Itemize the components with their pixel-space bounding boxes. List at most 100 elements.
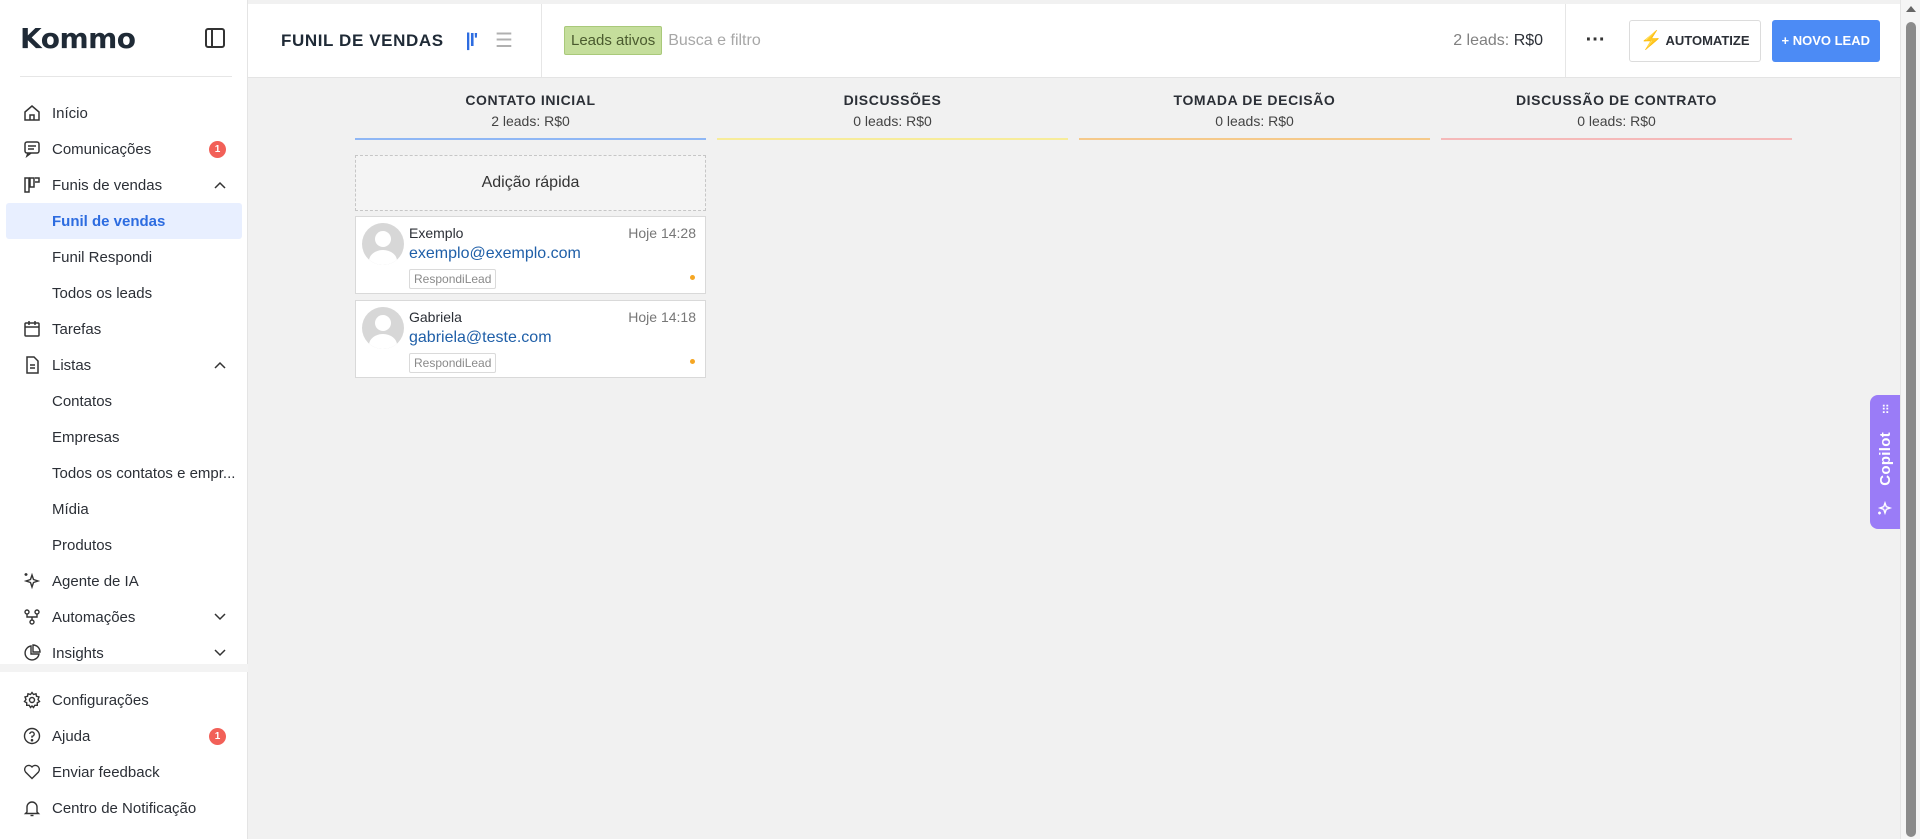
- column-title: DISCUSSÃO DE CONTRATO: [1515, 92, 1718, 108]
- lightning-icon: ⚡: [1640, 30, 1663, 50]
- sidebar-item-label: Configurações: [52, 691, 149, 709]
- sidebar-item-label: Insights: [52, 644, 104, 662]
- sidebar-item-funil-de-vendas[interactable]: Funil de vendas: [6, 203, 242, 239]
- notification-badge: 1: [209, 140, 226, 158]
- lead-email[interactable]: gabriela@teste.com: [409, 329, 552, 347]
- sidebar-item-label: Listas: [52, 356, 92, 374]
- chevron-up-icon[interactable]: [214, 358, 226, 372]
- lead-name: Exemplo: [409, 225, 464, 241]
- quick-add-button[interactable]: Adição rápida: [355, 155, 706, 211]
- column-title: DISCUSSÕES: [843, 92, 942, 108]
- list-view-icon[interactable]: ☰: [495, 28, 513, 53]
- divider: [20, 76, 232, 77]
- scrollbar-thumb[interactable]: [1906, 22, 1916, 837]
- sidebar-item-agente-de-ia[interactable]: Agente de IA: [0, 563, 248, 599]
- kommo-logo[interactable]: Kommo: [20, 22, 136, 55]
- lead-tag[interactable]: RespondiLead: [409, 269, 497, 289]
- sidebar-item-funis-de-vendas[interactable]: Funis de vendas: [0, 167, 248, 203]
- sparkle-icon: [1877, 500, 1893, 521]
- lead-card[interactable]: Exemplo Hoje 14:28 exemplo@exemplo.com R…: [355, 216, 706, 294]
- avatar: [362, 223, 404, 265]
- copilot-label: Copilot: [1876, 431, 1894, 486]
- sidebar-item-funil-respondi[interactable]: Funil Respondi: [0, 239, 248, 275]
- page-title: FUNIL DE VENDAS: [281, 30, 444, 50]
- copilot-tab[interactable]: ⠿ Copilot: [1870, 395, 1900, 529]
- sidebar-item-label: Agente de IA: [52, 572, 139, 590]
- sidebar-item-configuracoes[interactable]: Configurações: [0, 682, 248, 718]
- summary-value: R$0: [1513, 31, 1544, 49]
- sidebar-item-label: Automações: [52, 608, 136, 626]
- notification-badge: 1: [209, 727, 226, 745]
- lead-tag[interactable]: RespondiLead: [409, 353, 497, 373]
- sidebar-item-label: Ajuda: [52, 727, 91, 745]
- lead-name: Gabriela: [409, 309, 462, 325]
- main-nav: Início Comunicações 1 Funis de vendas Fu…: [0, 95, 248, 671]
- column-title: CONTATO INICIAL: [465, 92, 596, 108]
- help-icon: [22, 726, 42, 746]
- search-input[interactable]: [668, 31, 1089, 50]
- sidebar-item-enviar-feedback[interactable]: Enviar feedback: [0, 754, 248, 790]
- title-area: FUNIL DE VENDAS |I' ☰: [248, 4, 542, 77]
- sidebar-item-midia[interactable]: Mídia: [0, 491, 248, 527]
- sidebar-item-inicio[interactable]: Início: [0, 95, 248, 131]
- sidebar-item-tarefas[interactable]: Tarefas: [0, 311, 248, 347]
- flow-icon: [22, 607, 42, 627]
- document-icon: [22, 355, 42, 375]
- column-tomada-de-decisao: TOMADA DE DECISÃO 0 leads: R$0: [1079, 92, 1430, 140]
- leads-summary: 2 leads: R$0: [1453, 32, 1565, 50]
- column-summary: 0 leads: R$0: [853, 113, 932, 129]
- sidebar: Kommo Início Comunicações 1 Funis de ven…: [0, 0, 248, 839]
- sidebar-item-comunicacoes[interactable]: Comunicações 1: [0, 131, 248, 167]
- sidebar-item-centro-de-notificacao[interactable]: Centro de Notificação: [0, 790, 248, 826]
- column-summary: 2 leads: R$0: [491, 113, 570, 129]
- automate-button[interactable]: ⚡ AUTOMATIZE: [1629, 19, 1761, 62]
- sidebar-item-label: Tarefas: [52, 320, 102, 338]
- collapse-sidebar-icon[interactable]: [205, 28, 225, 48]
- drag-handle-icon[interactable]: ⠿: [1881, 403, 1890, 417]
- bell-icon: [22, 798, 42, 818]
- lead-time: Hoje 14:18: [628, 309, 696, 325]
- sidebar-item-label: Centro de Notificação: [52, 799, 197, 817]
- sidebar-item-listas[interactable]: Listas: [0, 347, 248, 383]
- search-area: Leads ativos: [542, 4, 1453, 77]
- sidebar-item-empresas[interactable]: Empresas: [0, 419, 248, 455]
- vertical-scrollbar[interactable]: [1900, 0, 1920, 839]
- chevron-down-icon[interactable]: [214, 610, 226, 624]
- column-color-line: [717, 138, 1068, 140]
- lead-card[interactable]: Gabriela Hoje 14:18 gabriela@teste.com R…: [355, 300, 706, 378]
- column-color-line: [1441, 138, 1792, 140]
- calendar-icon: [22, 319, 42, 339]
- kanban-view-icon[interactable]: |I': [466, 30, 478, 51]
- home-icon: [22, 103, 42, 123]
- more-options-button[interactable]: ···: [1565, 4, 1625, 77]
- scroll-up-icon[interactable]: [1906, 6, 1916, 12]
- status-dot: [690, 359, 695, 364]
- column-title: TOMADA DE DECISÃO: [1173, 92, 1336, 108]
- chevron-up-icon[interactable]: [214, 178, 226, 192]
- heart-icon: [22, 762, 42, 782]
- filter-tag[interactable]: Leads ativos: [564, 26, 663, 55]
- sidebar-item-todos-os-contatos[interactable]: Todos os contatos e empr...: [0, 455, 248, 491]
- sidebar-item-label: Funis de vendas: [52, 176, 163, 194]
- lead-time: Hoje 14:28: [628, 225, 696, 241]
- sidebar-item-produtos[interactable]: Produtos: [0, 527, 248, 563]
- avatar: [362, 307, 404, 349]
- sidebar-item-contatos[interactable]: Contatos: [0, 383, 248, 419]
- sidebar-item-todos-os-leads[interactable]: Todos os leads: [0, 275, 248, 311]
- column-color-line: [1079, 138, 1430, 140]
- kanban-icon: [22, 175, 42, 195]
- sparkle-icon: [22, 571, 42, 591]
- sidebar-item-label: Enviar feedback: [52, 763, 160, 781]
- sidebar-item-label: Comunicações: [52, 140, 152, 158]
- column-summary: 0 leads: R$0: [1215, 113, 1294, 129]
- sidebar-item-automacoes[interactable]: Automações: [0, 599, 248, 635]
- column-discussoes: DISCUSSÕES 0 leads: R$0: [717, 92, 1068, 140]
- summary-prefix: 2 leads:: [1453, 31, 1510, 49]
- bottom-nav: Configurações Ajuda 1 Enviar feedback Ce…: [0, 664, 248, 826]
- chevron-down-icon[interactable]: [214, 646, 226, 660]
- new-lead-button[interactable]: + NOVO LEAD: [1771, 19, 1880, 62]
- top-bar: FUNIL DE VENDAS |I' ☰ Leads ativos 2 lea…: [248, 4, 1900, 78]
- lead-email[interactable]: exemplo@exemplo.com: [409, 245, 581, 263]
- chat-icon: [22, 139, 42, 159]
- sidebar-item-ajuda[interactable]: Ajuda 1: [0, 718, 248, 754]
